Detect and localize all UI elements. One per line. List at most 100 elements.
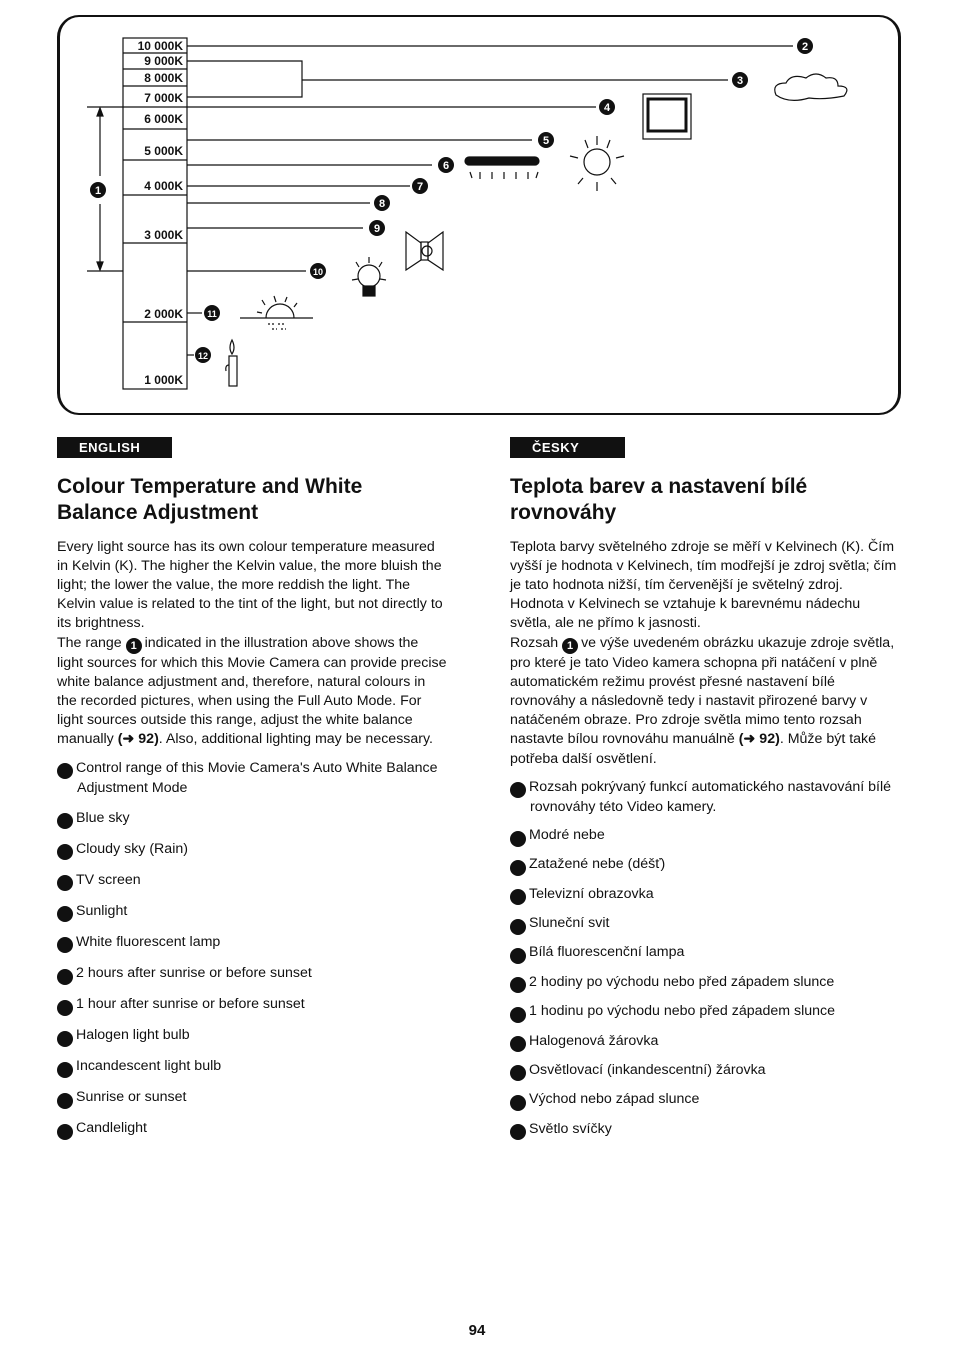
legend-item: 9 Halogenová žárovka xyxy=(498,1032,900,1053)
candle-icon xyxy=(225,338,238,387)
legend-item: 4 TV screen xyxy=(45,871,447,892)
marker-2-icon: 2 xyxy=(45,813,73,830)
legend-item-label: Modré nebe xyxy=(529,827,605,844)
marker-10-icon: 10 xyxy=(45,1061,73,1078)
legend-item-label: Východ nebo západ slunce xyxy=(529,1091,700,1108)
text: The range xyxy=(57,634,122,651)
text: . Also, additional lighting may be neces… xyxy=(158,731,433,748)
scale-label: 3 000K xyxy=(144,228,183,242)
language-badge: ČESKY xyxy=(510,437,625,459)
english-column: ENGLISH Colour Temperature and White Bal… xyxy=(45,437,447,1150)
marker-label: 3 xyxy=(737,75,743,87)
marker-label: 12 xyxy=(198,351,208,361)
legend-item-label: Halogen light bulb xyxy=(76,1027,190,1044)
czech-column: ČESKY Teplota barev a nastavení bílé rov… xyxy=(498,437,900,1149)
legend-list: 1 Rozsah pokrývaný funkcí automatického n… xyxy=(498,778,900,1141)
marker-label: 6 xyxy=(443,160,449,172)
legend-item: 12 Světlo svíčky xyxy=(498,1120,900,1141)
marker-label: 4 xyxy=(604,102,611,114)
fluorescent-lamp-icon xyxy=(464,156,540,179)
range-paragraph: The range 1 indicated in the illustration… xyxy=(57,634,447,750)
marker-label: 2 xyxy=(802,41,808,53)
legend-item: 12 Candlelight xyxy=(45,1119,447,1140)
scale-label: 7 000K xyxy=(144,91,183,105)
cloud-icon xyxy=(774,73,848,101)
legend-item-label: Sunlight xyxy=(76,902,128,919)
legend-item-label: Incandescent light bulb xyxy=(76,1058,222,1075)
scale-label: 6 000K xyxy=(144,112,183,126)
marker-1-icon: 1 xyxy=(45,763,73,780)
legend-item-label: 1 hour after sunrise or before sunset xyxy=(76,996,305,1012)
legend-item-label: TV screen xyxy=(76,871,141,888)
marker-5-icon: 5 xyxy=(498,918,526,935)
legend-list: 1 Control range of this Movie Camera's Au… xyxy=(45,759,447,1140)
marker-10-icon: 10 xyxy=(498,1065,526,1082)
halogen-lamp-icon xyxy=(405,230,444,272)
legend-item-label: Halogenová žárovka xyxy=(529,1032,659,1049)
marker-label: 11 xyxy=(207,309,217,319)
marker-7-icon: 7 xyxy=(45,968,73,985)
kelvin-scale-labels: 10 000K 9 000K 8 000K 7 000K 6 000K 5 00… xyxy=(138,39,184,387)
legend-item: 3 Cloudy sky (Rain) xyxy=(45,840,447,861)
marker-4-icon: 4 xyxy=(498,889,526,906)
tv-screen-icon xyxy=(642,93,692,140)
scale-label: 9 000K xyxy=(144,54,183,68)
legend-item: 6 Bílá fluorescenční lampa xyxy=(498,943,900,965)
marker-1-icon: 1 xyxy=(498,782,526,799)
legend-item-label: White fluorescent lamp xyxy=(76,933,221,950)
marker-9-icon: 9 xyxy=(498,1036,526,1053)
legend-item: 10 Osvětlovací (inkandescentní) žárovka xyxy=(498,1061,900,1082)
manual-page: 10 000K 9 000K 8 000K 7 000K 6 000K 5 00… xyxy=(0,0,954,1351)
marker-3-icon: 3 xyxy=(498,860,526,876)
marker-2-icon: 2 xyxy=(498,830,526,847)
marker-7-icon: 7 xyxy=(498,977,526,994)
legend-item-label: Blue sky xyxy=(76,809,130,826)
legend-item: 4 Televizní obrazovka xyxy=(498,885,900,906)
marker-label: 10 xyxy=(313,267,323,277)
range-arrow-down-icon xyxy=(96,261,104,272)
intro-paragraph: Teplota barvy světelného zdroje se měří … xyxy=(510,539,897,632)
marker-8-icon: 8 xyxy=(498,1006,526,1023)
legend-item-label: 2 hours after sunrise or before sunset xyxy=(76,964,312,981)
legend-item: 3 Zatažené nebe (déšť) xyxy=(498,855,900,876)
text: Rozsah xyxy=(510,634,559,651)
marker-5-icon: 5 xyxy=(45,906,73,923)
legend-item-label: Zatažené nebe (déšť) xyxy=(529,856,666,873)
legend-item: 6 White fluorescent lamp xyxy=(45,933,447,954)
marker-4-icon: 4 xyxy=(45,875,73,892)
legend-item-label: Světlo svíčky xyxy=(529,1120,612,1137)
marker-11-icon: 11 xyxy=(498,1094,526,1111)
legend-item-label: Sunrise or sunset xyxy=(76,1089,187,1106)
legend-item: 2 Modré nebe xyxy=(498,826,900,847)
marker-6-icon: 6 xyxy=(498,948,526,965)
marker-8-icon: 8 xyxy=(45,999,73,1016)
marker-label: 7 xyxy=(417,181,423,193)
sun-icon xyxy=(569,136,625,191)
page-reference: (➜ 92) xyxy=(117,731,159,748)
marker-label: 9 xyxy=(374,223,380,235)
legend-item: 9 Halogen light bulb xyxy=(45,1026,447,1047)
legend-item-label: Sluneční svit xyxy=(529,915,610,932)
legend-item: 1 Control range of this Movie Camera's Au… xyxy=(45,759,447,799)
legend-item-label: 2 hodiny po východu nebo před západem sl… xyxy=(529,973,835,990)
legend-item-label: Candlelight xyxy=(76,1120,147,1137)
legend-item: 81 hour after sunrise or before sunset xyxy=(45,995,447,1016)
legend-item: 81 hodinu po východu nebo před západem s… xyxy=(498,1002,900,1023)
scale-label: 2 000K xyxy=(144,307,183,321)
legend-item: 2 Blue sky xyxy=(45,809,447,830)
legend-item-label: Osvětlovací (inkandescentní) žárovka xyxy=(529,1061,766,1078)
marker-1-icon: 1 xyxy=(562,638,579,655)
marker-3-icon: 3 xyxy=(45,844,73,861)
colour-temperature-diagram: 10 000K 9 000K 8 000K 7 000K 6 000K 5 00… xyxy=(87,37,848,390)
intro-paragraph: Every light source has its own colour te… xyxy=(57,539,443,632)
legend-item: 10 Incandescent light bulb xyxy=(45,1057,447,1078)
scale-label: 4 000K xyxy=(144,179,183,193)
language-badge: ENGLISH xyxy=(57,437,172,459)
legend-item: 11 Východ nebo západ slunce xyxy=(498,1090,900,1111)
marker-label: 5 xyxy=(543,135,549,147)
marker-12-icon: 12 xyxy=(45,1123,73,1140)
marker-12-icon: 12 xyxy=(498,1124,526,1141)
marker-6-icon: 6 xyxy=(45,937,73,954)
range-arrow-up-icon xyxy=(96,106,104,117)
sunset-icon xyxy=(240,295,313,330)
